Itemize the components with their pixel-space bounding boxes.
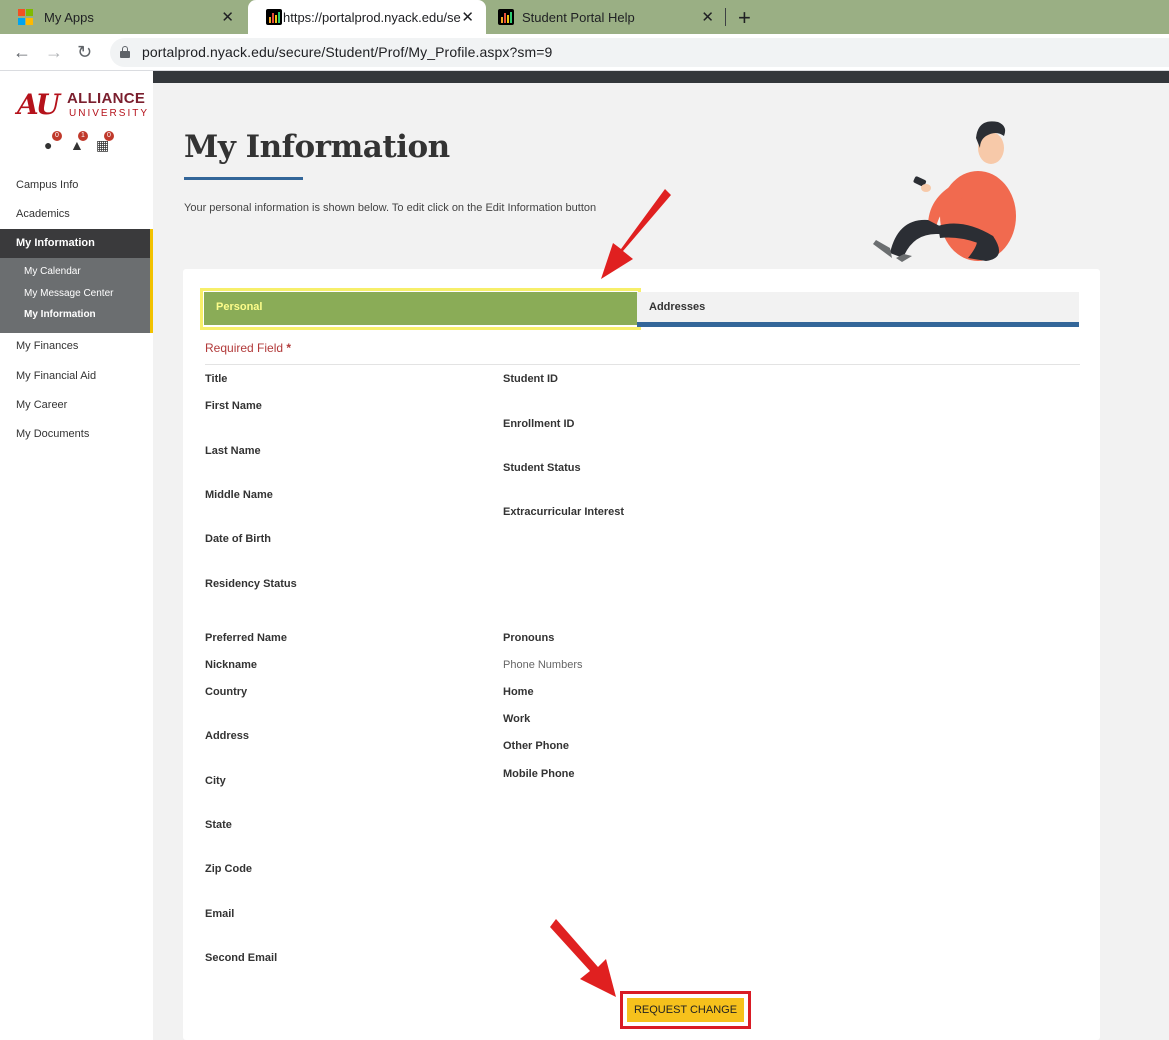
field-label-nickname: Nickname: [205, 659, 257, 671]
close-icon[interactable]: ✕: [701, 8, 714, 26]
url-text: portalprod.nyack.edu/secure/Student/Prof…: [142, 44, 553, 60]
sidebar-item-my-financial-aid[interactable]: My Financial Aid: [16, 370, 96, 382]
tab-separator: [725, 8, 726, 26]
calendar-badge: 0: [104, 131, 114, 141]
tab-title: https://portalprod.nyack.edu/sec: [283, 10, 461, 25]
url-field[interactable]: portalprod.nyack.edu/secure/Student/Prof…: [110, 38, 1169, 67]
tab-label: Addresses: [649, 301, 706, 313]
field-label-student-id: Student ID: [503, 373, 558, 385]
field-label-enrollment-id: Enrollment ID: [503, 418, 575, 430]
field-label-student-status: Student Status: [503, 462, 581, 474]
new-tab-icon[interactable]: +: [738, 5, 751, 31]
sidebar-item-my-documents[interactable]: My Documents: [16, 428, 89, 440]
browser-tab-help[interactable]: Student Portal Help ✕: [488, 0, 726, 34]
field-label-email: Email: [205, 908, 235, 920]
sidebar-subitem-my-information[interactable]: My Information: [24, 309, 96, 320]
request-change-button[interactable]: REQUEST CHANGE: [627, 998, 744, 1022]
field-label-country: Country: [205, 686, 248, 698]
field-label-mobile-phone: Mobile Phone: [503, 768, 575, 780]
bell-icon[interactable]: ▲ 1: [70, 131, 88, 153]
microsoft-logo-icon: [18, 9, 34, 25]
field-label-title: Title: [205, 373, 228, 385]
back-arrow-icon[interactable]: ←: [13, 42, 31, 63]
tab-title: Student Portal Help: [522, 10, 635, 25]
forward-arrow-icon[interactable]: →: [45, 42, 63, 63]
title-underline: [184, 177, 303, 180]
page-title: My Information: [184, 129, 450, 165]
sidebar-item-my-finances[interactable]: My Finances: [16, 340, 78, 352]
sidebar-subitem-my-message-center[interactable]: My Message Center: [24, 288, 113, 299]
close-icon[interactable]: ✕: [221, 8, 234, 26]
field-label-last-name: Last Name: [205, 445, 261, 457]
intro-text: Your personal information is shown below…: [184, 202, 597, 214]
logo-name: ALLIANCE: [67, 90, 146, 107]
alliance-university-logo[interactable]: AU ALLIANCE UNIVERSITY: [17, 88, 147, 122]
top-header-strip: [153, 71, 1169, 83]
field-label-other-phone: Other Phone: [503, 740, 570, 752]
browser-tab-my-apps[interactable]: My Apps ✕: [0, 0, 246, 34]
address-bar: ← → ↻ portalprod.nyack.edu/secure/Studen…: [0, 34, 1169, 71]
bell-badge: 1: [78, 131, 88, 141]
lock-icon: [120, 46, 130, 58]
sidebar-item-campus-info[interactable]: Campus Info: [16, 179, 78, 191]
field-label-date-of-birth: Date of Birth: [205, 533, 271, 545]
field-label-first-name: First Name: [205, 400, 262, 412]
portal-favicon-icon: [266, 9, 282, 25]
tab-underline: [637, 322, 1079, 327]
field-label-middle-name: Middle Name: [205, 489, 273, 501]
sidebar-item-my-career[interactable]: My Career: [16, 399, 67, 411]
tab-title: My Apps: [44, 10, 94, 25]
field-label-home-phone: Home: [503, 686, 534, 698]
browser-tab-bar: My Apps ✕ https://portalprod.nyack.edu/s…: [0, 0, 1169, 34]
divider: [205, 364, 1080, 365]
tab-addresses[interactable]: Addresses: [637, 292, 1079, 322]
person-with-phone-illustration: [873, 121, 1016, 262]
field-label-zip-code: Zip Code: [205, 863, 253, 875]
required-field-note: Required Field *: [205, 341, 291, 355]
calendar-icon[interactable]: ▦ 0: [96, 131, 114, 153]
required-label: Required Field: [205, 341, 284, 355]
sidebar-item-academics[interactable]: Academics: [16, 208, 70, 220]
portal-favicon-icon: [498, 9, 514, 25]
sidebar-item-label: My Information: [16, 237, 95, 249]
field-label-second-email: Second Email: [205, 952, 278, 964]
field-label-address: Address: [205, 730, 250, 742]
profile-card: Personal Addresses Required Field * Titl…: [183, 269, 1100, 1040]
browser-tab-portal[interactable]: https://portalprod.nyack.edu/sec ✕: [248, 0, 486, 34]
annotation-arrow-icon: [601, 189, 671, 279]
alert-badge: 0: [52, 131, 62, 141]
field-label-extracurricular-interest: Extracurricular Interest: [503, 506, 625, 518]
field-label-preferred-name: Preferred Name: [205, 632, 287, 644]
field-label-pronouns: Pronouns: [503, 632, 555, 644]
field-label-city: City: [205, 775, 226, 787]
annotation-arrow-icon: [550, 919, 616, 997]
logo-mark: AU: [17, 88, 60, 121]
reload-icon[interactable]: ↻: [77, 42, 92, 63]
profile-tabs: Personal Addresses: [200, 288, 1079, 330]
sidebar-submenu: My Calendar My Message Center My Informa…: [0, 258, 153, 333]
sidebar-subitem-my-calendar[interactable]: My Calendar: [24, 266, 81, 277]
main-content: My Information Your personal information…: [153, 71, 1169, 1040]
required-asterisk: *: [286, 341, 292, 355]
sidebar: AU ALLIANCE UNIVERSITY ● 0 ▲ 1 ▦ 0 Campu…: [0, 71, 153, 1040]
alert-icon[interactable]: ● 0: [44, 131, 62, 153]
sidebar-item-my-information[interactable]: My Information: [0, 229, 153, 258]
logo-subtitle: UNIVERSITY: [69, 108, 150, 119]
field-label-state: State: [205, 819, 232, 831]
close-icon[interactable]: ✕: [461, 8, 474, 26]
phone-numbers-heading: Phone Numbers: [503, 659, 583, 671]
tab-highlight-box: [200, 288, 641, 330]
field-label-residency-status: Residency Status: [205, 578, 297, 590]
field-label-work-phone: Work: [503, 713, 531, 725]
